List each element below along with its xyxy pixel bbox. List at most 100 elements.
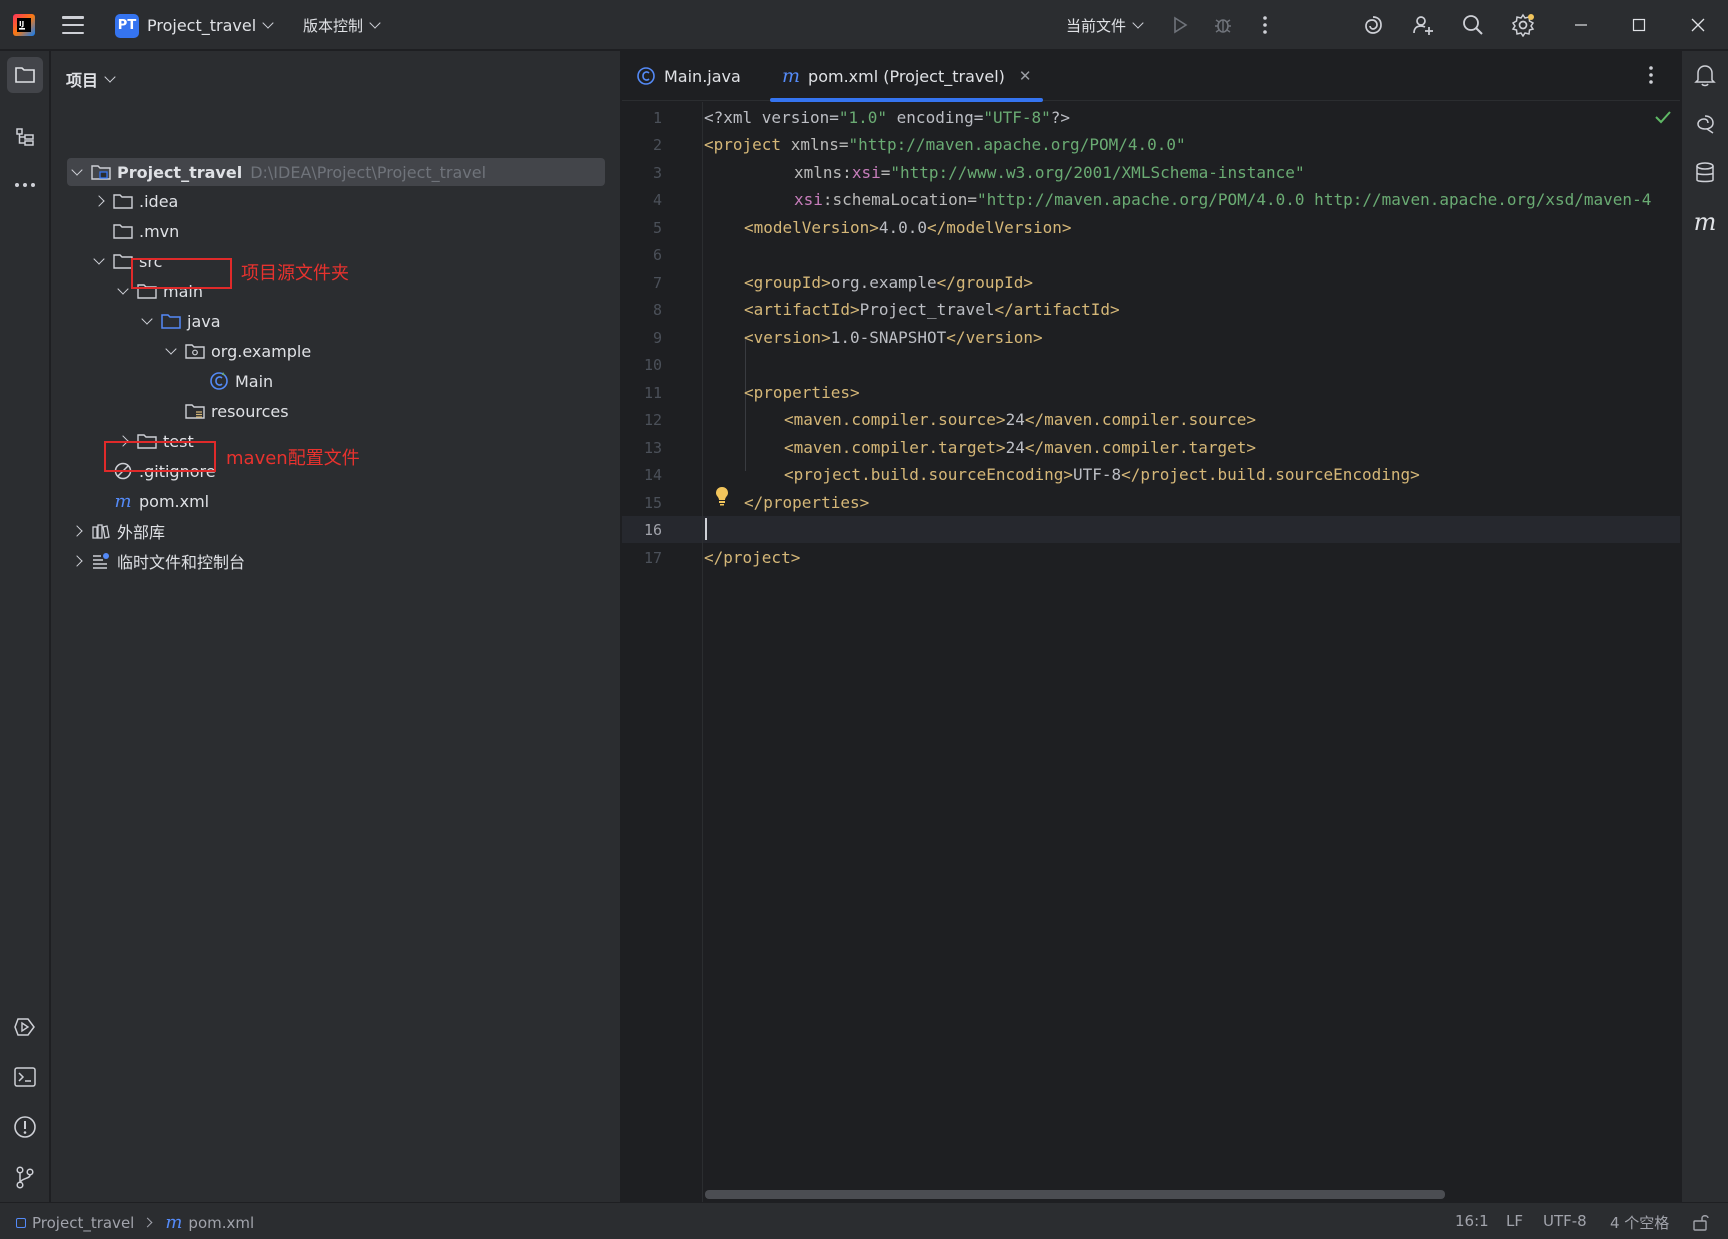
tree-item-java[interactable]: java xyxy=(139,307,221,335)
folder-icon xyxy=(113,252,133,270)
line-number: 15 xyxy=(643,494,662,512)
token: </modelVersion> xyxy=(927,218,1072,237)
tree-item-pom[interactable]: m pom.xml xyxy=(113,487,209,515)
file-encoding[interactable]: UTF-8 xyxy=(1543,1212,1587,1230)
line-number: 13 xyxy=(643,439,662,457)
line-separator[interactable]: LF xyxy=(1506,1212,1523,1230)
expand-arrow-icon[interactable] xyxy=(69,517,85,545)
code-line-3: xmlns:xsi="http://www.w3.org/2001/XMLSch… xyxy=(794,159,1305,186)
run-icon[interactable] xyxy=(1167,12,1193,38)
horizontal-scrollbar[interactable] xyxy=(705,1190,1445,1199)
intention-bulb-icon[interactable] xyxy=(714,486,730,510)
debug-icon[interactable] xyxy=(1210,12,1236,38)
settings-gear-icon[interactable] xyxy=(1510,12,1536,38)
expand-arrow-icon[interactable] xyxy=(115,277,131,305)
breadcrumb-file[interactable]: pom.xml xyxy=(188,1214,254,1232)
add-user-icon[interactable] xyxy=(1410,12,1436,38)
maven-file-icon: m xyxy=(114,490,132,512)
run-config-selector[interactable]: 当前文件 xyxy=(1066,12,1144,39)
tree-item-label: org.example xyxy=(211,341,312,361)
java-class-icon xyxy=(209,372,229,390)
java-annotation: 项目源文件夹 xyxy=(241,263,349,284)
line-number: 14 xyxy=(643,466,662,484)
project-tool-button[interactable] xyxy=(7,57,43,93)
project-panel: 项目 Project_travel D:\IDEA\Project\Projec… xyxy=(51,51,621,1202)
structure-tool-button[interactable] xyxy=(7,119,43,155)
expand-arrow-icon[interactable] xyxy=(91,187,107,215)
chevron-right-icon xyxy=(142,1217,153,1228)
token: <project xyxy=(704,135,782,154)
git-tool-button[interactable] xyxy=(7,1159,43,1195)
expand-arrow-icon[interactable] xyxy=(139,307,155,335)
search-icon[interactable] xyxy=(1460,12,1486,38)
expand-arrow-icon[interactable] xyxy=(91,247,107,275)
expand-arrow-icon[interactable] xyxy=(163,337,179,365)
pom-annotation: maven配置文件 xyxy=(226,448,360,469)
breadcrumb-project[interactable]: Project_travel xyxy=(32,1214,134,1232)
no-problems-check-icon[interactable] xyxy=(1654,109,1672,129)
code-line-8: <artifactId>Project_travel</artifactId> xyxy=(744,296,1120,323)
expand-arrow-icon[interactable] xyxy=(69,547,85,575)
vcs-menu[interactable]: 版本控制 xyxy=(303,12,381,39)
tree-item-external-libraries[interactable]: 外部库 xyxy=(67,517,165,545)
token: <properties> xyxy=(744,383,860,402)
chevron-down-icon xyxy=(1132,17,1144,29)
caret-position[interactable]: 16:1 xyxy=(1455,1212,1489,1230)
ai-chat-icon[interactable] xyxy=(1688,107,1722,141)
intellij-logo-icon[interactable]: IJ xyxy=(12,13,36,37)
database-icon[interactable] xyxy=(1688,156,1722,190)
token: "http://maven.apache.org/POM/4.0.0 http:… xyxy=(977,190,1652,209)
token: Project_travel xyxy=(859,300,995,319)
tree-item-label: 临时文件和控制台 xyxy=(117,553,246,572)
tree-item-idea[interactable]: .idea xyxy=(91,187,178,215)
close-tab-icon[interactable]: ✕ xyxy=(1019,67,1032,85)
code-line-13: <maven.compiler.target>24</maven.compile… xyxy=(784,434,1256,461)
package-icon xyxy=(185,342,205,360)
line-number-gutter[interactable]: 1 2 3 4 5 6 7 8 9 10 11 12 13 14 15 16 1… xyxy=(622,102,702,1202)
indent-setting[interactable]: 4 个空格 xyxy=(1610,1212,1669,1233)
problems-tool-button[interactable] xyxy=(7,1109,43,1145)
maven-file-icon: m xyxy=(782,65,801,87)
tab-pom-xml[interactable]: m pom.xml (Project_travel) ✕ xyxy=(770,51,1044,102)
services-tool-button[interactable] xyxy=(7,1009,43,1045)
project-switcher[interactable]: PT Project_travel xyxy=(115,12,274,39)
java-class-icon xyxy=(637,67,655,85)
maven-tool-icon[interactable]: m xyxy=(1688,205,1722,239)
main-menu-button[interactable] xyxy=(60,13,86,37)
tree-item-org-example[interactable]: org.example xyxy=(163,337,311,365)
tree-item-project-root[interactable]: Project_travel D:\IDEA\Project\Project_t… xyxy=(67,158,605,186)
code-editor[interactable]: <?xml version="1.0" encoding="UTF-8"?> <… xyxy=(704,102,1679,1202)
line-number: 12 xyxy=(643,411,662,429)
unlock-icon[interactable] xyxy=(1693,1213,1709,1231)
tree-root-path: D:\IDEA\Project\Project_travel xyxy=(250,162,487,182)
token: <?xml version= xyxy=(704,108,839,127)
line-number: 8 xyxy=(652,301,662,319)
project-panel-title: 项目 xyxy=(66,71,99,90)
tree-item-resources[interactable]: resources xyxy=(163,397,289,425)
tree-item-main-class[interactable]: Main xyxy=(209,367,273,395)
left-tool-strip xyxy=(0,51,50,1202)
ai-assistant-icon[interactable] xyxy=(1360,12,1386,38)
maximize-button[interactable] xyxy=(1626,12,1652,38)
more-actions-icon[interactable] xyxy=(1252,12,1278,38)
token: </project.build.sourceEncoding> xyxy=(1121,465,1420,484)
notifications-bell-icon[interactable] xyxy=(1688,58,1722,92)
token: </maven.compiler.target> xyxy=(1024,438,1257,457)
scratches-icon xyxy=(91,552,111,570)
terminal-tool-button[interactable] xyxy=(7,1059,43,1095)
more-tools-icon[interactable] xyxy=(7,167,43,203)
tab-actions-more-icon[interactable] xyxy=(1648,65,1654,89)
code-line-14: <project.build.sourceEncoding>UTF-8</pro… xyxy=(784,461,1420,488)
line-number: 4 xyxy=(652,191,662,209)
project-panel-header[interactable]: 项目 xyxy=(66,67,116,91)
token: 1.0-SNAPSHOT xyxy=(830,328,947,347)
tab-main-java[interactable]: Main.java xyxy=(636,51,741,101)
tree-item-scratches[interactable]: 临时文件和控制台 xyxy=(67,547,245,575)
expand-arrow-icon[interactable] xyxy=(69,158,85,186)
close-window-button[interactable] xyxy=(1685,12,1711,38)
tree-item-mvn[interactable]: .mvn xyxy=(113,217,179,245)
tree-item-label: 外部库 xyxy=(117,523,166,542)
token: <artifactId> xyxy=(744,300,860,319)
token: org.example xyxy=(830,273,937,292)
minimize-button[interactable] xyxy=(1568,12,1594,38)
